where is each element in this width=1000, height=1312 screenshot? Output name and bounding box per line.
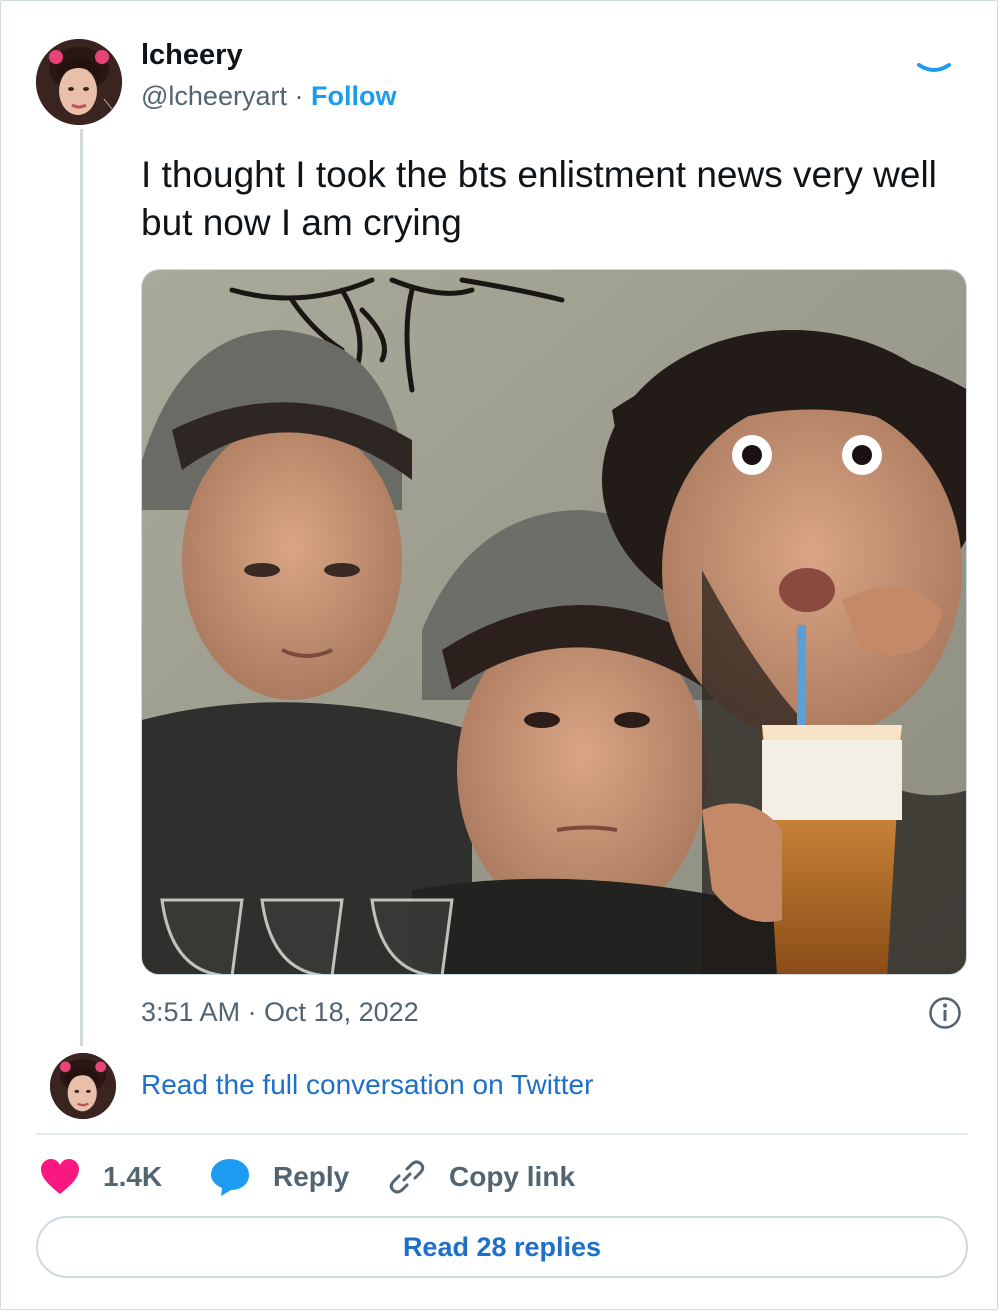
read-full-conversation-link[interactable]: Read the full conversation on Twitter — [141, 1069, 593, 1101]
embedded-tweet-card: lcheery @lcheeryart · Follow I thought I… — [0, 0, 998, 1310]
copy-link-label: Copy link — [449, 1161, 576, 1192]
actions-divider — [36, 1133, 968, 1135]
twitter-logo-icon[interactable] — [917, 63, 951, 73]
follow-button[interactable]: Follow — [311, 81, 396, 111]
thread-connector-line — [80, 129, 83, 1046]
conversation-avatar[interactable] — [50, 1053, 116, 1119]
link-icon — [389, 1160, 425, 1194]
heart-icon — [41, 1159, 79, 1194]
speech-bubble-icon — [211, 1159, 249, 1196]
like-count: 1.4K — [103, 1161, 163, 1192]
info-icon[interactable] — [928, 996, 962, 1030]
reply-label: Reply — [273, 1161, 350, 1192]
tweet-text: I thought I took the bts enlistment news… — [141, 154, 937, 243]
tweet-timestamp[interactable]: 3:51 AM · Oct 18, 2022 — [141, 997, 419, 1028]
author-display-name[interactable]: lcheery — [141, 39, 243, 72]
media-photo-illustration — [142, 270, 966, 974]
action-bar: 1.4K Reply Copy link — [39, 1151, 969, 1203]
author-handle-line: @lcheeryart · Follow — [141, 81, 396, 112]
like-button[interactable]: 1.4K — [39, 1151, 162, 1203]
avatar-image-small — [50, 1053, 116, 1119]
copy-link-button[interactable]: Copy link — [387, 1151, 575, 1203]
handle-separator: · — [294, 81, 304, 111]
author-handle[interactable]: @lcheeryart — [141, 81, 287, 111]
author-avatar[interactable] — [36, 39, 122, 125]
tweet-media-photo[interactable] — [141, 269, 967, 975]
reply-button[interactable]: Reply — [209, 1151, 349, 1203]
read-replies-button[interactable]: Read 28 replies — [36, 1216, 968, 1278]
avatar-image — [36, 39, 122, 125]
